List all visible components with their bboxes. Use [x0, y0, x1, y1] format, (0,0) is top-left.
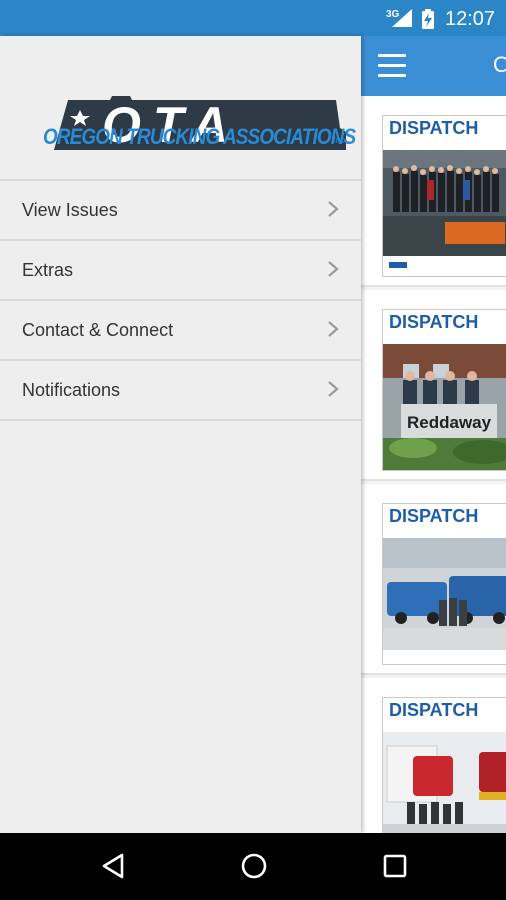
cover-masthead: DISPATCH: [389, 118, 479, 138]
drawer-menu: View Issues Extras Contact & Connect Not…: [0, 179, 361, 421]
home-icon[interactable]: [240, 852, 268, 880]
issue-card[interactable]: DISPATCH Reddaway: [361, 290, 506, 481]
chevron-right-icon: [328, 201, 339, 217]
menu-item-label: Extras: [22, 259, 74, 280]
menu-item-contact-connect[interactable]: Contact & Connect: [0, 301, 361, 361]
cover-photo: [383, 732, 506, 833]
cover-masthead: DISPATCH: [389, 700, 479, 720]
cover-photo: Reddaway: [383, 344, 506, 470]
cover-photo: [383, 150, 506, 276]
app-title: O: [493, 52, 506, 77]
status-bar: 3G 12:07: [0, 0, 506, 36]
signal-icon: [392, 9, 412, 27]
back-icon[interactable]: [100, 852, 126, 880]
system-navigation-bar: [0, 833, 506, 900]
menu-item-label: View Issues: [22, 199, 118, 220]
issue-cover[interactable]: DISPATCH: [382, 697, 506, 833]
logo-suffix: Inc.: [333, 135, 348, 145]
issue-card[interactable]: DISPATCH: [361, 96, 506, 287]
cover-masthead: DISPATCH: [389, 506, 479, 526]
issue-cover[interactable]: DISPATCH: [382, 115, 506, 277]
menu-item-view-issues[interactable]: View Issues: [0, 181, 361, 241]
app-bar: O: [361, 36, 506, 96]
battery-charging-icon: [422, 9, 434, 29]
hamburger-menu-icon[interactable]: [378, 54, 406, 78]
menu-item-notifications[interactable]: Notifications: [0, 361, 361, 421]
recents-icon[interactable]: [382, 852, 408, 880]
issue-card[interactable]: DISPATCH: [361, 678, 506, 833]
clock: 12:07: [445, 8, 496, 30]
issue-cover[interactable]: DISPATCH Reddaway: [382, 309, 506, 471]
menu-item-extras[interactable]: Extras: [0, 241, 361, 301]
chevron-right-icon: [328, 321, 339, 337]
navigation-drawer: OTA OREGON TRUCKING ASSOCIATIONS Inc. Vi…: [0, 36, 361, 833]
issues-list: DISPATCH DISPATCH Reddaway DISPATCH DISP…: [361, 96, 506, 833]
chevron-right-icon: [328, 261, 339, 277]
cover-masthead: DISPATCH: [389, 312, 479, 332]
logo-name: OREGON TRUCKING ASSOCIATIONS: [43, 124, 356, 149]
cover-sign: Reddaway: [407, 413, 492, 432]
issue-card[interactable]: DISPATCH: [361, 484, 506, 675]
cover-photo: [383, 538, 506, 664]
chevron-right-icon: [328, 381, 339, 397]
menu-item-label: Notifications: [22, 379, 121, 400]
issue-cover[interactable]: DISPATCH: [382, 503, 506, 665]
menu-item-label: Contact & Connect: [22, 319, 174, 340]
